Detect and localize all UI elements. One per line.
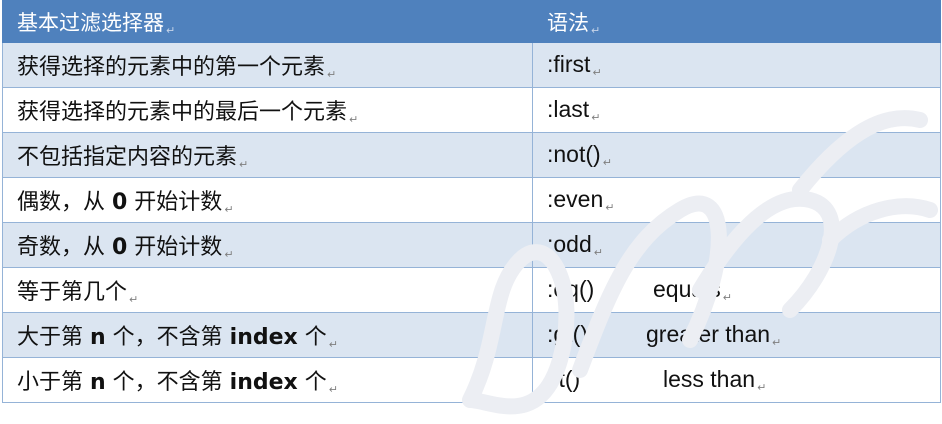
description-number: 0 [112,190,128,215]
table-row: 获得选择的元素中的第一个元素 ↵ :first ↵ [2,42,941,88]
selector-syntax: :even ↵ [532,177,941,223]
paragraph-mark-icon: ↵ [129,293,139,306]
description-keyword: n [90,325,106,350]
selector-description: 偶数，从 0 开始计数 ↵ [2,177,533,223]
paragraph-mark-icon: ↵ [328,338,338,351]
description-text: 大于第 [17,325,90,350]
paragraph-mark-icon: ↵ [166,23,176,37]
description-text: 开始计数 [127,190,223,215]
syntax-meaning: less than [663,366,756,392]
paragraph-mark-icon: ↵ [593,247,603,259]
description-keyword: n [90,370,106,395]
selector-syntax: :gt() greater than ↵ [532,312,941,358]
selector-syntax: :first ↵ [532,42,941,88]
syntax-code: :lt() [547,366,581,392]
selector-description: 大于第 n 个，不含第 index 个 ↵ [2,312,533,358]
selector-description: 奇数，从 0 开始计数 ↵ [2,222,533,268]
paragraph-mark-icon: ↵ [327,68,337,81]
selector-description: 获得选择的元素中的最后一个元素 ↵ [2,87,533,133]
description-text: 偶数，从 [17,190,112,215]
syntax-code: :last [547,96,590,122]
description-keyword: index [229,370,298,395]
description-text: 获得选择的元素中的第一个元素 [17,55,326,80]
description-text: 开始计数 [127,235,223,260]
paragraph-mark-icon: ↵ [722,292,732,304]
selector-syntax: :eq() equals ↵ [532,267,941,313]
header-syntax-text: 语法 [547,10,589,35]
paragraph-mark-icon: ↵ [328,383,338,396]
syntax-code: :not() [547,141,601,167]
paragraph-mark-icon: ↵ [239,158,249,171]
syntax-meaning: greater than [646,321,771,347]
table-row: 偶数，从 0 开始计数 ↵ :even ↵ [2,177,941,223]
description-text: 个，不含第 [105,325,230,350]
selector-description: 不包括指定内容的元素 ↵ [2,132,533,178]
description-text: 不包括指定内容的元素 [17,145,238,170]
table-row: 不包括指定内容的元素 ↵ :not() ↵ [2,132,941,178]
table-row: 大于第 n 个，不含第 index 个 ↵ :gt() greater than ↵ [2,312,941,358]
syntax-meaning: equals [653,276,721,302]
table-row: 小于第 n 个，不含第 index 个 ↵ :lt() less than ↵ [2,357,941,403]
paragraph-mark-icon: ↵ [772,337,782,349]
syntax-code: :even [547,186,604,212]
syntax-code: :odd [547,231,592,257]
paragraph-mark-icon: ↵ [757,382,767,394]
paragraph-mark-icon: ↵ [349,113,359,126]
paragraph-mark-icon: ↵ [224,203,234,216]
description-text: 获得选择的元素中的最后一个元素 [17,100,348,125]
paragraph-mark-icon: ↵ [224,248,234,261]
paragraph-mark-icon: ↵ [605,202,615,214]
description-keyword: index [229,325,298,350]
description-text: 小于第 [17,370,90,395]
paragraph-mark-icon: ↵ [591,112,601,124]
syntax-code: :eq() [547,276,595,302]
selector-syntax: :lt() less than ↵ [532,357,941,403]
table-row: 获得选择的元素中的最后一个元素 ↵ :last ↵ [2,87,941,133]
description-text: 等于第几个 [17,280,128,305]
paragraph-mark-icon: ↵ [602,157,612,169]
header-name-text: 基本过滤选择器 [17,10,164,35]
selector-description: 小于第 n 个，不含第 index 个 ↵ [2,357,533,403]
syntax-code: :gt() [547,321,588,347]
selector-description: 获得选择的元素中的第一个元素 ↵ [2,42,533,88]
table-row: 等于第几个 ↵ :eq() equals ↵ [2,267,941,313]
syntax-code: :first [547,51,591,77]
selector-syntax: :odd ↵ [532,222,941,268]
table-header-row: 基本过滤选择器 ↵ 语法 ↵ [2,0,941,43]
header-selector-name: 基本过滤选择器 ↵ [2,0,533,43]
table-row: 奇数，从 0 开始计数 ↵ :odd ↵ [2,222,941,268]
header-syntax: 语法 ↵ [532,0,941,43]
filter-selector-table: 基本过滤选择器 ↵ 语法 ↵ 获得选择的元素中的第一个元素 ↵ :first ↵ 获得选… [2,0,941,403]
description-text: 奇数，从 [17,235,112,260]
selector-syntax: :last ↵ [532,87,941,133]
paragraph-mark-icon: ↵ [592,67,602,79]
description-number: 0 [112,235,128,260]
description-text: 个 [297,325,327,350]
selector-syntax: :not() ↵ [532,132,941,178]
paragraph-mark-icon: ↵ [591,23,601,37]
description-text: 个 [297,370,327,395]
selector-description: 等于第几个 ↵ [2,267,533,313]
description-text: 个，不含第 [105,370,230,395]
